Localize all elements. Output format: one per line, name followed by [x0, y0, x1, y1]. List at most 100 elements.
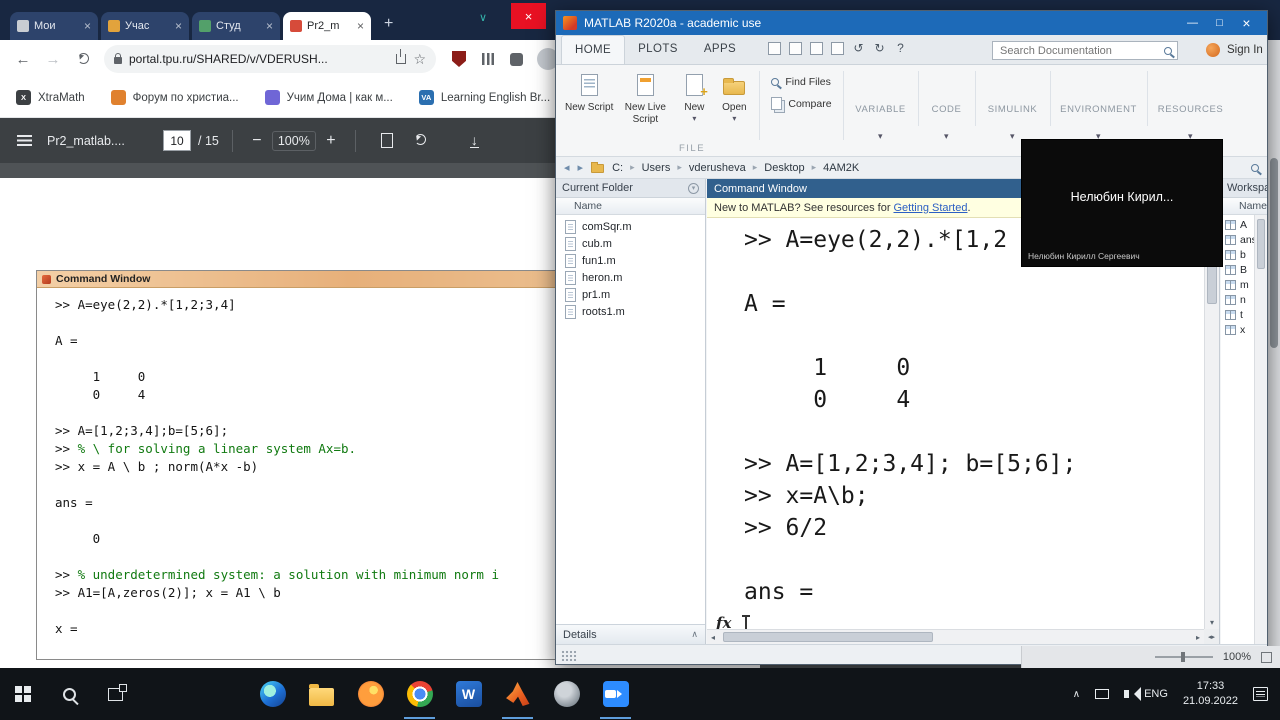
taskbar-search-button[interactable] [46, 668, 92, 720]
ribbon-group-code[interactable]: CODE ▾ [924, 71, 970, 142]
extension-icon[interactable] [482, 53, 494, 65]
path-back-icon[interactable]: ◂ [564, 161, 570, 174]
share-icon[interactable] [396, 49, 407, 64]
address-bar[interactable]: portal.tpu.ru/SHARED/v/VDERUSH... ☆ [104, 45, 436, 73]
tray-overflow-icon[interactable]: ∧ [1073, 689, 1080, 700]
start-button[interactable] [0, 668, 46, 720]
breadcrumb-segment[interactable]: Desktop [764, 162, 804, 174]
workspace-variable[interactable]: B [1221, 262, 1254, 277]
workspace-variable[interactable]: m [1221, 277, 1254, 292]
clock[interactable]: 17:33 21.09.2022 [1183, 679, 1238, 709]
vertical-scrollbar[interactable]: ▴ ▾ [1204, 218, 1219, 629]
bookmark-item[interactable]: X XtraMath [16, 90, 85, 105]
rotate-icon[interactable] [414, 133, 426, 148]
search-documentation-box[interactable] [992, 41, 1178, 60]
workspace-variable[interactable]: n [1221, 292, 1254, 307]
save-icon[interactable] [768, 42, 781, 55]
matlab-taskbar-button[interactable] [493, 668, 542, 720]
gimp-taskbar-button[interactable] [542, 668, 591, 720]
workspace-variable[interactable]: b [1221, 247, 1254, 262]
mathworks-icon[interactable] [1206, 43, 1220, 57]
toolstrip-tab-apps[interactable]: APPS [691, 35, 749, 64]
browser-scrollbar-thumb[interactable] [1270, 158, 1278, 348]
horizontal-scrollbar[interactable]: ◂ ▸ [707, 629, 1204, 644]
bookmark-star-icon[interactable]: ☆ [413, 51, 426, 68]
bookmark-item[interactable]: VA Learning English Br... [418, 90, 550, 105]
pdf-menu-icon[interactable] [17, 135, 32, 146]
workspace-variable[interactable]: t [1221, 307, 1254, 322]
page-number-input[interactable] [163, 130, 191, 151]
bookmark-item[interactable]: Учим Дома | как м... [264, 90, 393, 105]
browser-tab[interactable]: Мои × [10, 12, 98, 40]
help-icon[interactable]: ? [894, 42, 907, 55]
word-taskbar-button[interactable]: W [444, 668, 493, 720]
network-icon[interactable] [1095, 689, 1110, 699]
download-icon[interactable]: ↓ [469, 132, 479, 149]
command-window-content[interactable]: >> A=eye(2,2).*[1,2 A = 1 0 0 4 >> A=[1,… [707, 218, 1219, 644]
new-tab-button[interactable]: + [384, 15, 393, 33]
ribbon-group-environment[interactable]: ENVIRONMENT ▾ [1056, 71, 1142, 142]
zoom-slider[interactable] [1154, 652, 1213, 662]
action-center-icon[interactable] [1253, 687, 1268, 701]
ublock-extension-icon[interactable] [452, 51, 466, 67]
extensions-puzzle-icon[interactable] [510, 52, 523, 66]
scrollbar-thumb[interactable] [1257, 219, 1265, 269]
panel-menu-icon[interactable]: ▾ [688, 182, 699, 194]
breadcrumb-segment[interactable]: C: [612, 162, 623, 174]
tab-close-icon[interactable]: × [266, 19, 273, 33]
path-forward-icon[interactable]: ▸ [578, 161, 584, 174]
volume-icon[interactable] [1124, 687, 1142, 701]
new-live-script-button[interactable]: New Live Script [616, 71, 674, 125]
scroll-right-icon[interactable]: ▸ [1196, 633, 1200, 642]
workspace-header[interactable]: Workspace [1221, 179, 1267, 198]
details-bar[interactable]: Details ∧ [556, 624, 705, 644]
back-icon[interactable]: ← [8, 51, 38, 68]
tab-close-icon[interactable]: × [84, 19, 91, 33]
name-column-header[interactable]: Name [556, 198, 705, 215]
copy-icon[interactable] [810, 42, 823, 55]
getting-started-link[interactable]: Getting Started [893, 202, 967, 214]
ribbon-group-resources[interactable]: RESOURCES ▾ [1153, 71, 1229, 142]
toolstrip-tab-plots[interactable]: PLOTS [625, 35, 691, 64]
firefox-taskbar-button[interactable] [346, 668, 395, 720]
file-item[interactable]: cub.m [556, 235, 705, 252]
file-item[interactable]: fun1.m [556, 252, 705, 269]
browser-tab[interactable]: Студ × [192, 12, 280, 40]
sign-in-link[interactable]: Sign In [1227, 44, 1263, 56]
chrome-taskbar-button[interactable] [395, 668, 444, 720]
scroll-left-icon[interactable]: ◂ [711, 633, 715, 642]
language-indicator[interactable]: ENG [1144, 688, 1168, 700]
path-search-icon[interactable] [1251, 163, 1259, 172]
ribbon-group-simulink[interactable]: SIMULINK ▾ [981, 71, 1045, 142]
workspace-variable[interactable]: x [1221, 322, 1254, 337]
breadcrumb-segment[interactable]: Users [642, 162, 671, 174]
file-item[interactable]: heron.m [556, 269, 705, 286]
breadcrumb-segment[interactable]: 4AM2K [823, 162, 859, 174]
browser-tab[interactable]: Учас × [101, 12, 189, 40]
file-item[interactable]: comSqr.m [556, 218, 705, 235]
search-documentation-input[interactable] [998, 43, 1160, 58]
hidden-window-close-button[interactable]: × [511, 3, 546, 29]
zoom-taskbar-button[interactable] [591, 668, 640, 720]
browse-folder-icon[interactable] [591, 162, 605, 173]
new-button[interactable]: + New ▾ [674, 71, 714, 125]
scroll-down-icon[interactable]: ▾ [1205, 618, 1219, 627]
new-script-button[interactable]: New Script [562, 71, 616, 125]
compare-button[interactable]: Compare [771, 97, 832, 110]
scrollbar-thumb[interactable] [723, 632, 933, 642]
workspace-variable[interactable]: A [1221, 217, 1254, 232]
explorer-taskbar-button[interactable] [297, 668, 346, 720]
details-expand-icon[interactable]: ∧ [691, 629, 698, 640]
workspace-scrollbar[interactable] [1254, 215, 1267, 644]
edge-taskbar-button[interactable] [248, 668, 297, 720]
file-item[interactable]: roots1.m [556, 303, 705, 320]
zoom-in-button[interactable]: + [320, 132, 342, 150]
redo-icon[interactable]: ↻ [873, 42, 886, 55]
fit-page-icon[interactable] [380, 133, 393, 148]
fit-to-window-icon[interactable] [1261, 651, 1272, 663]
maximize-button[interactable]: □ [1206, 17, 1233, 29]
workspace-variable[interactable]: ans [1221, 232, 1257, 247]
matlab-titlebar[interactable]: MATLAB R2020a - academic use — □ × [556, 11, 1267, 35]
task-view-button[interactable] [92, 668, 138, 720]
paste-icon[interactable] [831, 42, 844, 55]
